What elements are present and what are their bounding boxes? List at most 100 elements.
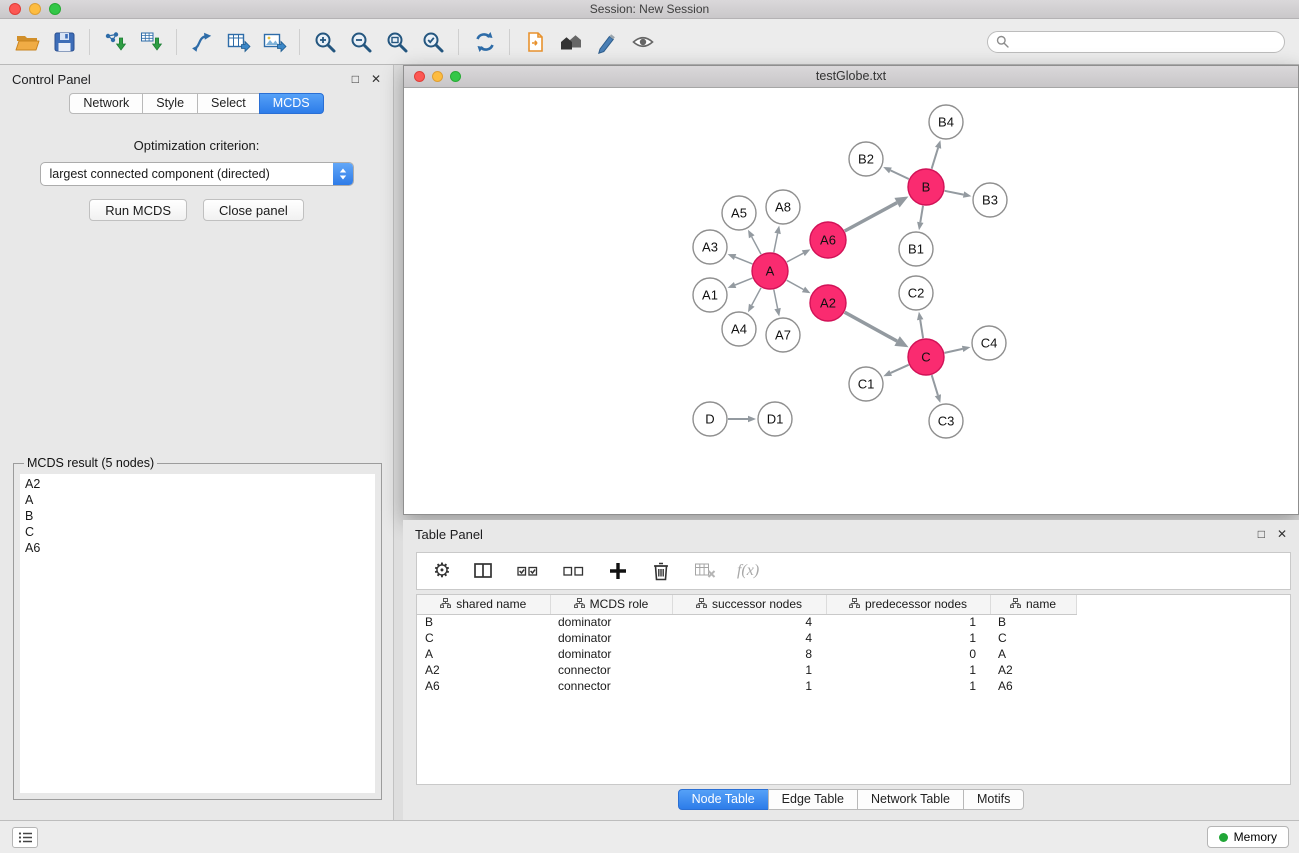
mcds-result-item[interactable]: A6 [20, 540, 375, 556]
edge-A-A3[interactable] [728, 254, 753, 264]
home-icon[interactable] [553, 24, 589, 60]
annotation-pen-icon[interactable] [589, 24, 625, 60]
table-cell[interactable]: dominator [550, 630, 672, 646]
edge-A-A6[interactable] [787, 249, 811, 262]
table-cell[interactable]: A6 [990, 678, 1076, 694]
graph-node-B2[interactable]: B2 [849, 142, 883, 176]
table-cell[interactable]: 1 [826, 678, 990, 694]
table-tab-motifs[interactable]: Motifs [963, 789, 1024, 810]
edge-C-C1[interactable] [883, 365, 908, 376]
column-header-name[interactable]: name [990, 595, 1076, 614]
table-cell[interactable]: 1 [826, 630, 990, 646]
graph-node-A6[interactable]: A6 [810, 222, 846, 258]
edge-C-C4[interactable] [945, 346, 971, 353]
mcds-result-list[interactable]: A2ABCA6 [20, 474, 375, 793]
optimization-select[interactable]: largest connected component (directed) [40, 162, 354, 186]
memory-button[interactable]: Memory [1207, 826, 1289, 848]
mcds-result-item[interactable]: A2 [20, 476, 375, 492]
table-cell[interactable]: 1 [826, 614, 990, 630]
table-cell[interactable]: A [417, 646, 550, 662]
column-header-successor-nodes[interactable]: successor nodes [672, 595, 826, 614]
tab-style[interactable]: Style [142, 93, 198, 114]
zoom-fit-icon[interactable] [379, 24, 415, 60]
close-window-button[interactable] [9, 3, 21, 15]
graph-node-C[interactable]: C [908, 339, 944, 375]
edge-A6-B[interactable] [845, 197, 909, 232]
graph-node-A7[interactable]: A7 [766, 318, 800, 352]
edge-C-C2[interactable] [917, 312, 923, 338]
table-settings-icon[interactable]: ⚙ [433, 561, 451, 581]
zoom-in-icon[interactable] [307, 24, 343, 60]
network-canvas[interactable]: B4B2BB3A5A8A6B1A3AC2A1A2A4A7C4CC1C3DD1 [404, 88, 1298, 514]
edge-B-B2[interactable] [883, 167, 909, 179]
table-cell[interactable]: B [990, 614, 1076, 630]
edge-A-A5[interactable] [748, 230, 761, 254]
zoom-network-button[interactable] [450, 71, 461, 82]
table-row[interactable]: Bdominator41B [417, 614, 1076, 630]
column-header-shared-name[interactable]: shared name [417, 595, 550, 614]
edge-B-B1[interactable] [917, 206, 923, 230]
table-row[interactable]: Adominator80A [417, 646, 1076, 662]
edge-A-A4[interactable] [748, 288, 761, 312]
tab-mcds[interactable]: MCDS [259, 93, 324, 114]
graph-node-C1[interactable]: C1 [849, 367, 883, 401]
table-cell[interactable]: 1 [672, 678, 826, 694]
edge-A-A7[interactable] [774, 290, 781, 317]
zoom-selected-icon[interactable] [415, 24, 451, 60]
edge-D-D1[interactable] [728, 416, 756, 423]
graph-node-A3[interactable]: A3 [693, 230, 727, 264]
graph-node-A1[interactable]: A1 [693, 278, 727, 312]
table-cell[interactable]: A6 [417, 678, 550, 694]
edge-A-A2[interactable] [787, 280, 811, 293]
edge-A2-C[interactable] [845, 312, 909, 347]
import-network-icon[interactable] [97, 24, 133, 60]
table-cell[interactable]: A [990, 646, 1076, 662]
column-header-mcds-role[interactable]: MCDS role [550, 595, 672, 614]
graph-node-A8[interactable]: A8 [766, 190, 800, 224]
export-network-icon[interactable] [184, 24, 220, 60]
tab-network[interactable]: Network [69, 93, 143, 114]
close-network-button[interactable] [414, 71, 425, 82]
table-cell[interactable]: 1 [672, 662, 826, 678]
table-cell[interactable]: dominator [550, 646, 672, 662]
table-cell[interactable]: dominator [550, 614, 672, 630]
graph-node-A2[interactable]: A2 [810, 285, 846, 321]
tab-select[interactable]: Select [197, 93, 260, 114]
edge-A-A1[interactable] [728, 278, 753, 288]
add-row-icon[interactable] [607, 560, 629, 582]
table-tab-edge-table[interactable]: Edge Table [768, 789, 858, 810]
apply-layout-icon[interactable] [466, 24, 502, 60]
table-cell[interactable]: B [417, 614, 550, 630]
edge-C-C3[interactable] [932, 375, 941, 403]
show-graphics-details-icon[interactable] [625, 24, 661, 60]
mcds-result-item[interactable]: B [20, 508, 375, 524]
table-cell[interactable]: 8 [672, 646, 826, 662]
close-panel-icon[interactable]: ✕ [371, 73, 381, 85]
table-cell[interactable]: C [990, 630, 1076, 646]
toggle-columns-icon[interactable] [471, 559, 495, 583]
graph-node-B4[interactable]: B4 [929, 105, 963, 139]
table-cell[interactable]: 4 [672, 630, 826, 646]
mcds-result-item[interactable]: C [20, 524, 375, 540]
graph-node-C4[interactable]: C4 [972, 326, 1006, 360]
zoom-window-button[interactable] [49, 3, 61, 15]
graph-node-B[interactable]: B [908, 169, 944, 205]
graph-node-A5[interactable]: A5 [722, 196, 756, 230]
graph-node-D[interactable]: D [693, 402, 727, 436]
graph-node-A[interactable]: A [752, 253, 788, 289]
float-panel-icon[interactable]: □ [352, 73, 359, 85]
delete-table-icon[interactable] [693, 560, 717, 582]
close-table-panel-icon[interactable]: ✕ [1277, 528, 1287, 540]
table-cell[interactable]: connector [550, 662, 672, 678]
export-table-icon[interactable] [220, 24, 256, 60]
graph-node-C3[interactable]: C3 [929, 404, 963, 438]
export-image-icon[interactable] [256, 24, 292, 60]
save-session-icon[interactable] [46, 24, 82, 60]
table-row[interactable]: A2connector11A2 [417, 662, 1076, 678]
table-cell[interactable]: connector [550, 678, 672, 694]
open-session-icon[interactable] [10, 24, 46, 60]
minimize-window-button[interactable] [29, 3, 41, 15]
float-table-panel-icon[interactable]: □ [1258, 528, 1265, 540]
table-row[interactable]: A6connector11A6 [417, 678, 1076, 694]
table-row[interactable]: Cdominator41C [417, 630, 1076, 646]
